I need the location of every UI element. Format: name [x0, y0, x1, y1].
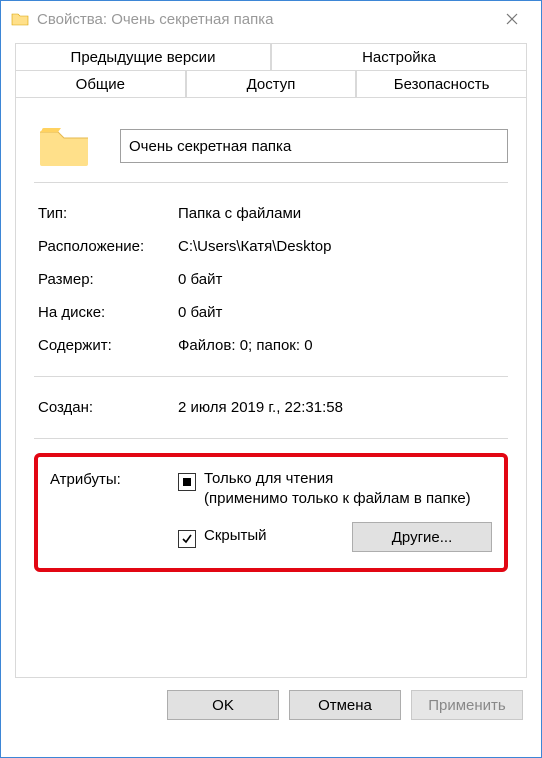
value-contains: Файлов: 0; папок: 0 [178, 337, 504, 354]
attributes-highlight: Атрибуты: Только для чтения (применимо т… [34, 453, 508, 572]
apply-button[interactable]: Применить [411, 690, 523, 720]
dialog-footer: OK Отмена Применить [1, 678, 541, 732]
attributes-body: Только для чтения (применимо только к фа… [178, 469, 492, 552]
row-created: Создан: 2 июля 2019 г., 22:31:58 [34, 391, 508, 424]
properties-dialog: Свойства: Очень секретная папка Предыдущ… [0, 0, 542, 758]
row-location: Расположение: C:\Users\Катя\Desktop [34, 230, 508, 263]
folder-name-input[interactable] [120, 129, 508, 163]
label-created: Создан: [38, 399, 178, 416]
checkbox-readonly-label: Только для чтения (применимо только к фа… [204, 469, 471, 508]
tab-row-upper: Предыдущие версии Настройка [15, 43, 527, 71]
tab-security[interactable]: Безопасность [356, 70, 527, 98]
tabs: Предыдущие версии Настройка Общие Доступ… [15, 43, 527, 678]
value-created: 2 июля 2019 г., 22:31:58 [178, 399, 504, 416]
value-type: Папка с файлами [178, 205, 504, 222]
folder-icon [11, 12, 29, 26]
row-size: Размер: 0 байт [34, 263, 508, 296]
readonly-text: Только для чтения [204, 470, 333, 487]
row-type: Тип: Папка с файлами [34, 197, 508, 230]
divider [34, 438, 508, 439]
other-attributes-button[interactable]: Другие... [352, 522, 492, 552]
tab-sharing[interactable]: Доступ [186, 70, 357, 98]
label-contains: Содержит: [38, 337, 178, 354]
attr-hidden-row: Скрытый Другие... [178, 522, 492, 552]
value-location: C:\Users\Катя\Desktop [178, 238, 504, 255]
divider [34, 376, 508, 377]
label-attributes: Атрибуты: [50, 469, 178, 488]
value-size: 0 байт [178, 271, 504, 288]
title-left: Свойства: Очень секретная папка [11, 11, 274, 28]
value-ondisk: 0 байт [178, 304, 504, 321]
checkbox-readonly[interactable] [178, 473, 196, 491]
tab-customize[interactable]: Настройка [271, 43, 527, 71]
attributes-row: Атрибуты: Только для чтения (применимо т… [50, 469, 492, 552]
window-title: Свойства: Очень секретная папка [37, 11, 274, 28]
tab-previous-versions[interactable]: Предыдущие версии [15, 43, 271, 71]
header-row [34, 124, 508, 168]
close-button[interactable] [487, 3, 537, 35]
client-area: Предыдущие версии Настройка Общие Доступ… [1, 37, 541, 757]
ok-button[interactable]: OK [167, 690, 279, 720]
titlebar: Свойства: Очень секретная папка [1, 1, 541, 37]
label-location: Расположение: [38, 238, 178, 255]
row-ondisk: На диске: 0 байт [34, 296, 508, 329]
label-ondisk: На диске: [38, 304, 178, 321]
attr-readonly[interactable]: Только для чтения (применимо только к фа… [178, 469, 492, 508]
tab-panel-general: Тип: Папка с файлами Расположение: C:\Us… [15, 98, 527, 678]
label-size: Размер: [38, 271, 178, 288]
row-contains: Содержит: Файлов: 0; папок: 0 [34, 329, 508, 362]
checkbox-hidden[interactable] [178, 530, 196, 548]
label-type: Тип: [38, 205, 178, 222]
tab-row-lower: Общие Доступ Безопасность [15, 71, 527, 98]
cancel-button[interactable]: Отмена [289, 690, 401, 720]
tab-general[interactable]: Общие [15, 70, 186, 98]
attr-hidden[interactable]: Скрытый [178, 526, 267, 548]
divider [34, 182, 508, 183]
readonly-note: (применимо только к файлам в папке) [204, 490, 471, 507]
folder-icon [38, 124, 90, 168]
checkbox-hidden-label: Скрытый [204, 526, 267, 546]
